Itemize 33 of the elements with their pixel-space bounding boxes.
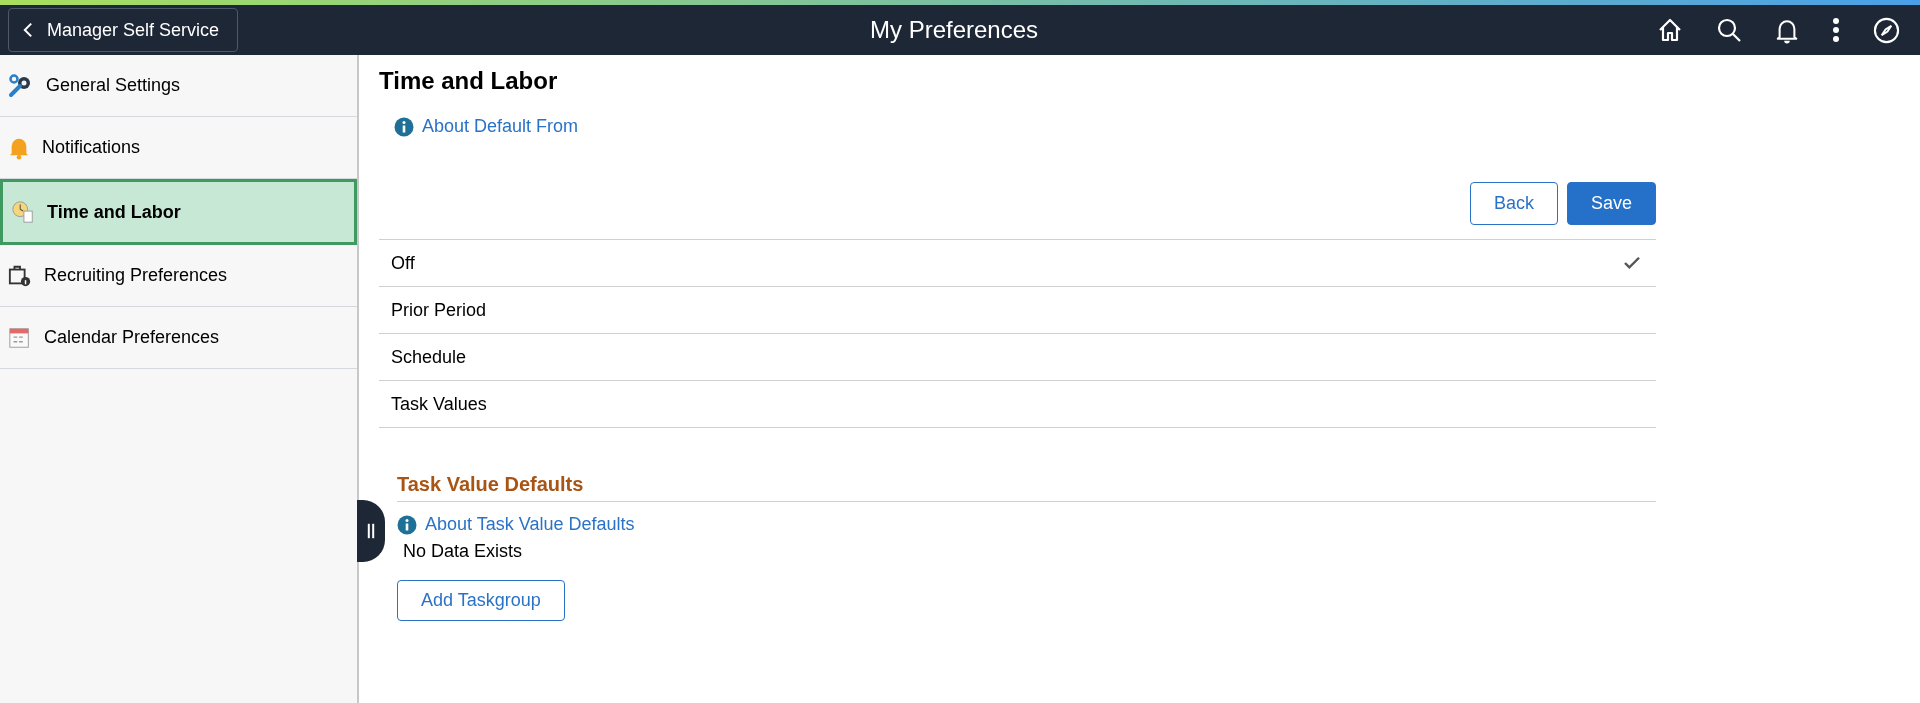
sidebar-item[interactable]: Time and Labor	[0, 179, 357, 245]
page-title: My Preferences	[869, 16, 1039, 44]
option-row[interactable]: Off	[379, 240, 1656, 287]
briefcase-info-icon	[8, 263, 32, 288]
option-row[interactable]: Prior Period	[379, 287, 1656, 334]
info-icon	[397, 514, 417, 535]
option-row[interactable]: Schedule	[379, 334, 1656, 381]
option-row[interactable]: Task Values	[379, 381, 1656, 428]
about-link[interactable]: About Default From	[422, 116, 579, 137]
option-label: Off	[391, 252, 415, 274]
clock-document-icon	[11, 200, 35, 224]
calendar-icon	[8, 325, 32, 350]
option-label: Task Values	[391, 393, 487, 415]
panel-collapse-handle[interactable]	[357, 500, 385, 562]
home-icon[interactable]	[1657, 17, 1683, 43]
sidebar-item[interactable]: General Settings	[0, 55, 357, 117]
option-label: Schedule	[391, 346, 467, 368]
sidebar-item[interactable]: Recruiting Preferences	[0, 245, 357, 307]
back-button[interactable]: Manager Self Service	[8, 8, 239, 52]
sidebar-item[interactable]: Calendar Preferences	[0, 307, 357, 369]
info-icon	[394, 116, 414, 137]
option-label: Prior Period	[391, 299, 487, 321]
chevron-left-icon	[23, 22, 33, 38]
more-options-icon[interactable]	[1832, 17, 1840, 43]
search-icon[interactable]	[1716, 17, 1742, 43]
compass-icon[interactable]	[1873, 16, 1900, 44]
section-heading: Task Value Defaults	[397, 473, 1656, 502]
about-link[interactable]: About Task Value Defaults	[425, 514, 635, 535]
empty-message: No Data Exists	[403, 541, 524, 562]
add-taskgroup-button[interactable]: Add Taskgroup	[397, 580, 565, 621]
back-button[interactable]: Back	[1469, 182, 1558, 225]
save-button[interactable]: Save	[1566, 182, 1656, 225]
section-title: Time and Labor	[379, 67, 559, 95]
